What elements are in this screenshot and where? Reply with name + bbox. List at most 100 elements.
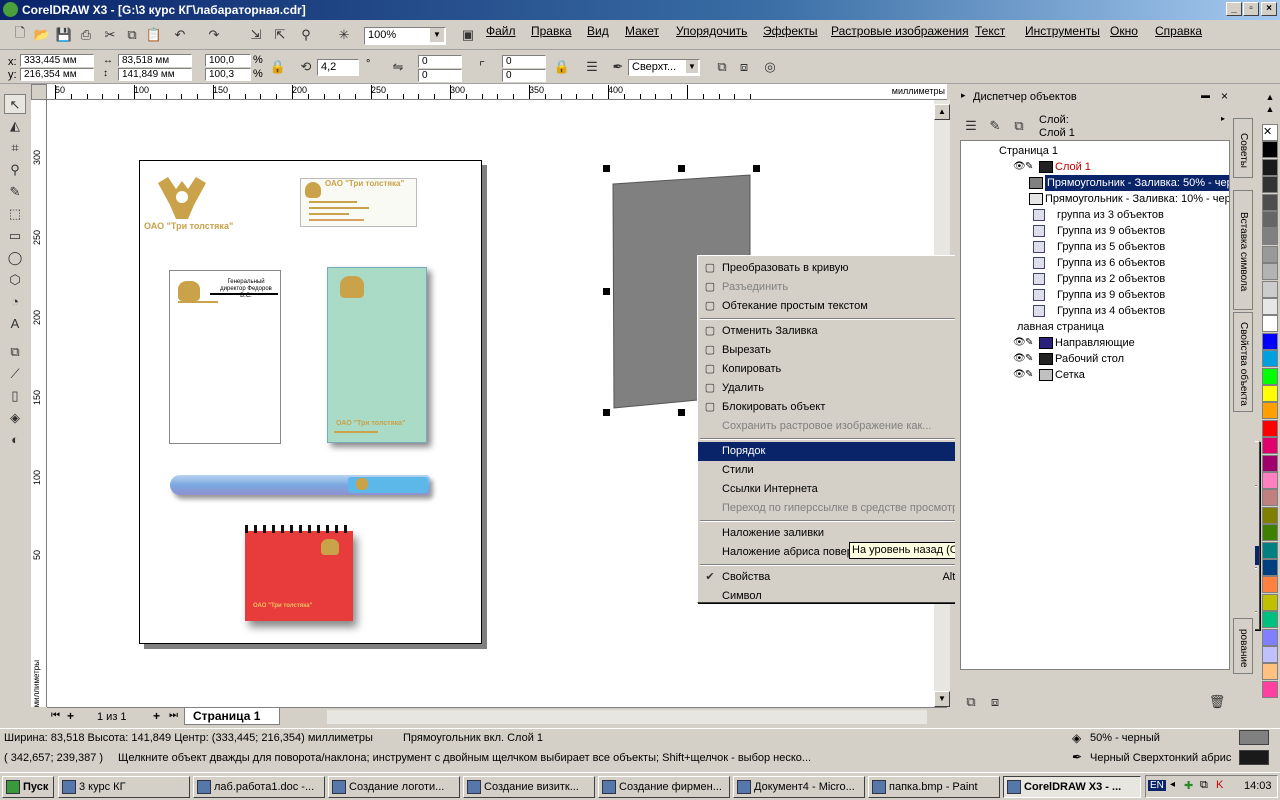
new-master-layer-icon[interactable]: ⧈ (985, 692, 1005, 712)
new-layer-icon[interactable]: ⧉ (961, 692, 981, 712)
interactive-fill-icon[interactable]: ◐ (4, 430, 26, 450)
freehand-tool-icon[interactable]: ✎ (4, 182, 26, 202)
palette-swatch[interactable] (1262, 576, 1278, 594)
palette-swatch[interactable] (1262, 628, 1278, 646)
outline-width-select[interactable]: Сверхт... ▼ (628, 59, 700, 76)
vertical-ruler[interactable]: 300 250 200 150 100 50 миллиметры (31, 100, 47, 707)
fill-tool-icon[interactable]: ◈ (4, 408, 26, 428)
docker-pin-icon[interactable]: ▸ (961, 90, 966, 101)
corner-field-4[interactable]: 0 (502, 69, 546, 82)
selection-handle[interactable] (678, 409, 685, 416)
pencil-icon[interactable]: ✎ (1025, 159, 1033, 175)
tree-item[interactable]: лавная страница (961, 319, 1229, 335)
palette-swatch[interactable] (1262, 193, 1278, 211)
ruler-origin[interactable] (31, 84, 47, 100)
folder[interactable]: ОАО "Три толстяка" (327, 267, 427, 443)
no-fill-icon[interactable]: ✕ (1262, 124, 1278, 141)
tree-item[interactable]: группа из 3 объектов (961, 207, 1229, 223)
docker-menu-icon[interactable]: ▸ (1221, 114, 1225, 123)
taskbar-task[interactable]: Создание визитк... (463, 776, 595, 798)
docker-side-tab[interactable]: Вставка символа (1233, 190, 1253, 310)
taskbar-task[interactable]: 3 курс КГ (58, 776, 190, 798)
tree-item[interactable]: Группа из 9 объектов (961, 223, 1229, 239)
docker-side-tab[interactable]: рование (1233, 618, 1253, 674)
to-front-icon[interactable]: ⧉ (712, 57, 732, 77)
tree-item[interactable]: 👁 ✎ Направляющие (961, 335, 1229, 351)
rotate-icon[interactable]: ⟲ (296, 57, 316, 77)
open-icon[interactable]: 📂 (32, 25, 52, 45)
menu-3[interactable]: Макет (625, 24, 659, 38)
save-icon[interactable]: 💾 (54, 25, 74, 45)
palette-swatch[interactable] (1262, 646, 1278, 663)
tray-arrow-icon[interactable]: ◂ (1170, 779, 1175, 790)
edit-across-layers-icon[interactable]: ✎ (985, 116, 1005, 136)
palette-swatch[interactable] (1262, 176, 1278, 194)
corner-field-2[interactable]: 0 (418, 69, 462, 82)
maximize-button[interactable]: ▫ (1243, 2, 1259, 16)
palette-swatch[interactable] (1262, 437, 1278, 455)
close-button[interactable]: × (1261, 2, 1277, 16)
palette-swatch[interactable] (1262, 280, 1278, 298)
eyedropper-tool-icon[interactable]: ⟋ (4, 364, 26, 384)
show-properties-icon[interactable]: ☰ (961, 116, 981, 136)
welcome-icon[interactable]: ✳ (334, 25, 354, 45)
palette-swatch[interactable] (1262, 367, 1278, 385)
pen[interactable] (170, 475, 430, 495)
copy-icon[interactable]: ⧉ (122, 25, 142, 45)
crop-tool-icon[interactable]: ⌗ (4, 138, 26, 158)
palette-swatch[interactable] (1262, 332, 1278, 350)
selection-handle[interactable] (603, 165, 610, 172)
smart-fill-icon[interactable]: ⬚ (4, 204, 26, 224)
tree-item[interactable]: 👁 ✎ Рабочий стол (961, 351, 1229, 367)
palette-swatch[interactable] (1262, 245, 1278, 263)
taskbar-task[interactable]: Создание фирмен... (598, 776, 730, 798)
y-field[interactable]: 216,354 мм (20, 68, 94, 81)
palette-swatch[interactable] (1262, 559, 1278, 576)
last-page-icon[interactable]: ⏭ (169, 710, 178, 721)
lock-ratio-icon[interactable]: 🔒 (268, 57, 288, 77)
outline-swatch[interactable] (1239, 750, 1269, 765)
delete-icon[interactable]: 🗑 (1207, 692, 1227, 712)
docker-minimize-icon[interactable]: ▬ (1201, 90, 1210, 100)
convert-curve-icon[interactable]: ◎ (760, 57, 780, 77)
mirror-icon[interactable]: ⇋ (388, 57, 408, 77)
undo-icon[interactable]: ↶ (170, 25, 190, 45)
palette-swatch[interactable] (1262, 211, 1278, 228)
taskbar-task[interactable]: Создание логоти... (328, 776, 460, 798)
horizontal-ruler[interactable]: 50 100 150 200 250 300 350 400 миллиметры (47, 84, 947, 100)
to-back-icon[interactable]: ⧈ (734, 57, 754, 77)
palette-swatch[interactable] (1262, 506, 1278, 524)
palette-swatch[interactable] (1262, 663, 1278, 681)
layer-manager-icon[interactable]: ⧉ (1009, 116, 1029, 136)
angle-field[interactable]: 4,2 (317, 59, 359, 76)
palette-swatch[interactable] (1262, 402, 1278, 420)
docker-side-tab[interactable]: Свойства объекта (1233, 312, 1253, 412)
menu-1[interactable]: Правка (531, 24, 572, 38)
canvas-hscrollbar[interactable] (327, 710, 927, 724)
selection-handle[interactable] (603, 288, 610, 295)
tree-item[interactable]: Группа из 9 объектов (961, 287, 1229, 303)
palette-swatch[interactable] (1262, 541, 1278, 559)
palette-swatch[interactable] (1262, 419, 1278, 437)
scale-y-field[interactable]: 100,3 (205, 68, 251, 81)
corner-field-3[interactable]: 0 (502, 55, 546, 68)
paste-icon[interactable]: 📋 (144, 25, 164, 45)
corel-docker-icon[interactable]: ▣ (458, 25, 478, 45)
basic-shapes-icon[interactable]: ◔ (4, 292, 26, 312)
zoom-select[interactable]: 100% ▼ (364, 27, 446, 45)
zoom-tool-icon[interactable]: ⚲ (4, 160, 26, 180)
company-logo[interactable] (154, 175, 210, 223)
outline-tool-icon[interactable]: ▯ (4, 386, 26, 406)
menu-8[interactable]: Инструменты (1025, 24, 1100, 38)
menu-7[interactable]: Текст (975, 24, 1005, 38)
palette-swatch[interactable] (1262, 611, 1278, 629)
tab-page-1[interactable]: Страница 1 (184, 708, 280, 725)
text-tool-icon[interactable]: A (4, 314, 26, 334)
business-card[interactable]: ОАО "Три толстяка" (300, 178, 417, 227)
selection-handle[interactable] (603, 409, 610, 416)
tray-antivirus-icon[interactable]: K (1216, 779, 1223, 791)
import-icon[interactable]: ⇲ (246, 25, 266, 45)
minimize-button[interactable]: _ (1226, 2, 1242, 16)
scroll-up-icon[interactable]: ▲ (934, 104, 950, 120)
letterhead[interactable]: Генеральный директор Федоров В.С. (169, 270, 281, 444)
